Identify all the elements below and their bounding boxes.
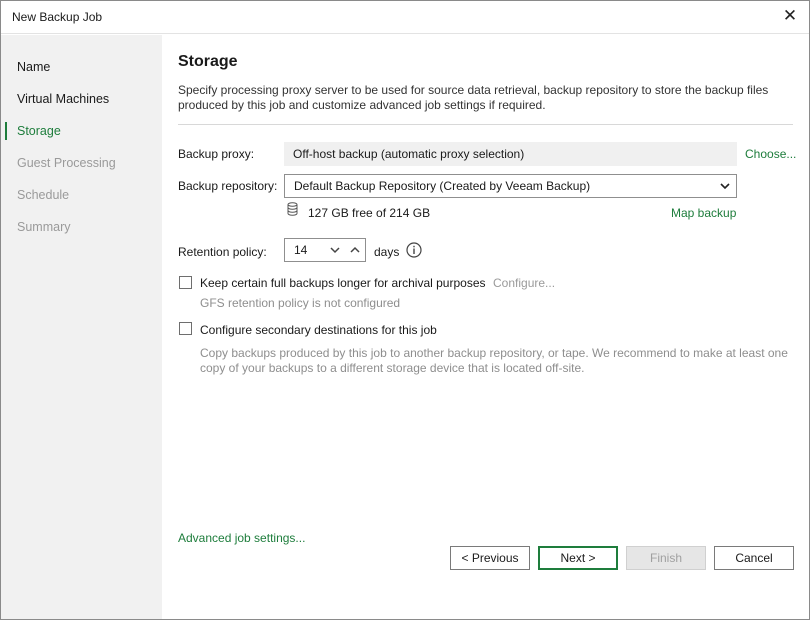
window-title: New Backup Job [12,10,103,24]
finish-button: Finish [626,546,706,570]
backup-repository-label: Backup repository: [178,179,278,193]
backup-proxy-field: Off-host backup (automatic proxy selecti… [284,142,737,166]
backup-repository-select[interactable]: Default Backup Repository (Created by Ve… [284,174,737,198]
choose-proxy-link[interactable]: Choose... [745,147,796,161]
step-schedule: Schedule [17,188,70,202]
close-icon[interactable]: ✕ [781,7,799,25]
secondary-destinations-checkbox[interactable] [179,322,192,335]
storage-page: Storage Specify processing proxy server … [162,35,809,619]
secondary-destinations-label[interactable]: Configure secondary destinations for thi… [200,323,437,337]
chevron-down-icon [720,183,730,190]
step-storage[interactable]: Storage [1,120,162,142]
secondary-note-line2: copy of your backups to a different stor… [200,361,585,375]
configure-gfs-link: Configure... [493,276,556,290]
divider [178,124,793,125]
retention-unit: days [374,245,400,259]
cancel-button[interactable]: Cancel [714,546,794,570]
new-backup-job-dialog: New Backup Job ✕ Name Virtual Machines S… [0,0,810,620]
map-backup-link[interactable]: Map backup [671,206,736,220]
step-guest-processing: Guest Processing [17,156,116,170]
title-bar: New Backup Job ✕ [1,1,809,34]
next-button[interactable]: Next > [538,546,618,570]
step-virtual-machines[interactable]: Virtual Machines [1,88,162,110]
retention-value: 14 [294,243,308,257]
chevron-down-icon[interactable] [330,246,340,254]
info-icon[interactable] [406,242,422,258]
retention-policy-stepper[interactable]: 14 [284,238,366,262]
wizard-steps-sidebar: Name Virtual Machines Storage Guest Proc… [1,35,162,619]
backup-proxy-label: Backup proxy: [178,147,255,161]
gfs-status-note: GFS retention policy is not configured [200,296,401,310]
archival-label[interactable]: Keep certain full backups longer for arc… [200,276,486,290]
chevron-up-icon[interactable] [350,246,360,254]
previous-button[interactable]: < Previous [450,546,530,570]
backup-repository-value: Default Backup Repository (Created by Ve… [294,179,591,193]
database-icon [287,202,298,216]
step-summary: Summary [17,220,71,234]
retention-policy-label: Retention policy: [178,245,267,259]
page-description: Specify processing proxy server to be us… [178,83,769,112]
repository-free-space: 127 GB free of 214 GB [308,206,431,220]
page-title: Storage [178,53,238,70]
archival-checkbox[interactable] [179,276,192,289]
secondary-note-line1: Copy backups produced by this job to ano… [200,346,788,360]
advanced-settings-link[interactable]: Advanced job settings... [178,531,305,545]
step-name[interactable]: Name [1,56,162,78]
